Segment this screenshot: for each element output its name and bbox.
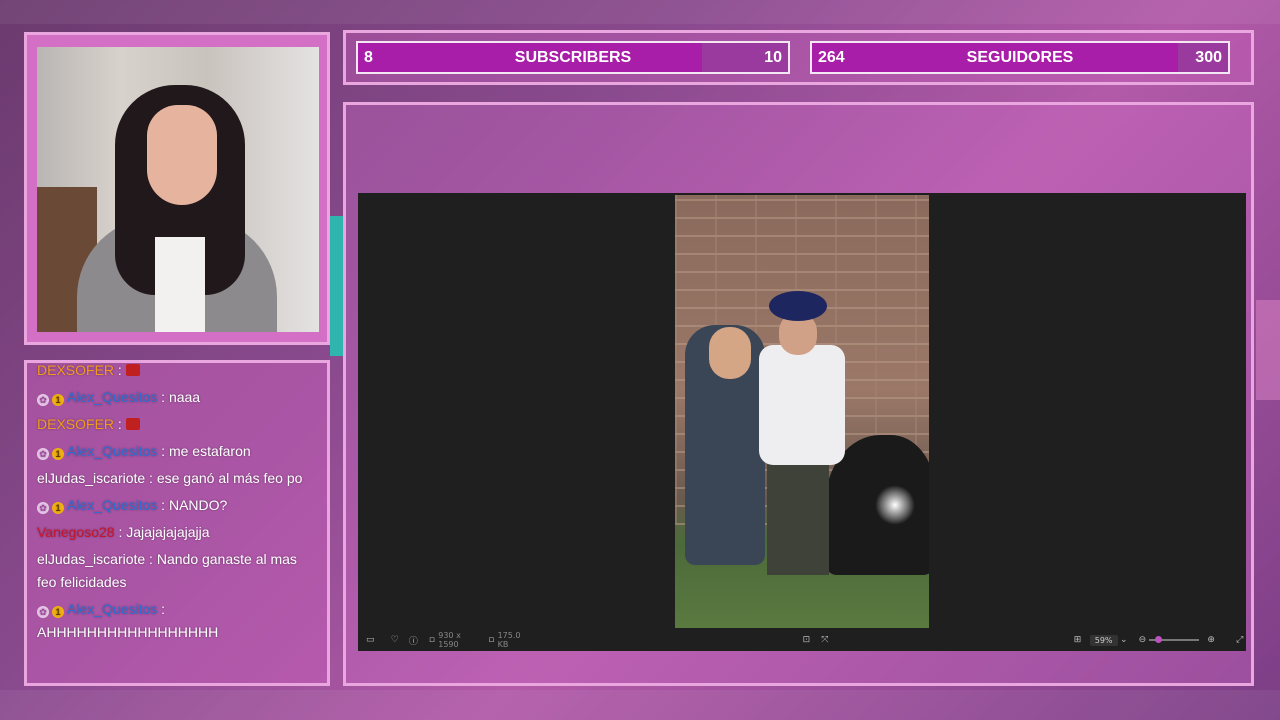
flower-badge-icon: ✿ (37, 606, 49, 618)
webcam-feed (37, 47, 319, 332)
flower-badge-icon: ✿ (37, 448, 49, 460)
chat-message: ✿ 1 Alex_Quesitos : NANDO? (37, 494, 319, 517)
chat-username[interactable]: DEXSOFER (37, 363, 114, 378)
chat-message: DEXSOFER : (37, 413, 319, 436)
chat-message: elJudas_iscariote : ese ganó al más feo … (37, 467, 319, 490)
image-size-icon: ▫ (428, 635, 436, 645)
zoom-out-icon[interactable]: ⊖ (1136, 633, 1149, 647)
followers-goal: 264 SEGUIDORES 300 (810, 41, 1230, 74)
file-size: 175.0 KB (497, 631, 521, 649)
sub-badge-icon: 1 (52, 606, 64, 618)
zoom-level[interactable]: 59% (1089, 634, 1118, 646)
viewer-toolbar: ▭ ♡ ⓘ ▫ 930 x 1590 ▫ 175.0 KB ⊡ ⤧ ⊞ 59% … (358, 629, 1246, 651)
sub-badge-icon: 1 (52, 448, 64, 460)
chat-username[interactable]: Alex_Quesitos (67, 443, 157, 459)
webcam-frame (24, 32, 330, 345)
file-size-icon: ▫ (488, 635, 495, 645)
subscribers-goal: 8 SUBSCRIBERS 10 (356, 41, 790, 74)
chat-message: Vanegoso28 : Jajajajajajajja (37, 521, 319, 544)
chat-separator: : (157, 601, 166, 617)
film-strip-icon[interactable]: ▭ (364, 633, 377, 647)
chat-username[interactable]: Vanegoso28 (37, 524, 115, 540)
chat-message: ✿ 1 Alex_Quesitos : naaa (37, 386, 319, 409)
photo (675, 195, 929, 628)
chat-separator: : (157, 389, 169, 405)
chat-text: AHHHHHHHHHHHHHHHHH (37, 624, 219, 640)
heart-icon[interactable]: ♡ (389, 633, 402, 647)
chat-message: DEXSOFER : (37, 362, 319, 382)
chevron-down-icon[interactable]: ⌄ (1118, 633, 1131, 647)
chat-message: ✿ 1 Alex_Quesitos : me estafaron (37, 440, 319, 463)
crop-icon[interactable]: ⊡ (800, 633, 813, 647)
fit-to-window-icon[interactable]: ⊞ (1071, 633, 1084, 647)
emote-icon (125, 364, 140, 376)
followers-target: 300 (1195, 48, 1222, 66)
zoom-in-icon[interactable]: ⊕ (1205, 633, 1218, 647)
zoom-slider-knob[interactable] (1154, 636, 1162, 643)
chat-username[interactable]: elJudas_iscariote (37, 551, 145, 567)
main-content-frame: ▭ ♡ ⓘ ▫ 930 x 1590 ▫ 175.0 KB ⊡ ⤧ ⊞ 59% … (343, 102, 1254, 686)
chat-username[interactable]: elJudas_iscariote (37, 470, 145, 486)
flower-badge-icon: ✿ (37, 394, 49, 406)
sub-badge-icon: 1 (52, 394, 64, 406)
flower-badge-icon: ✿ (37, 502, 49, 514)
chat-separator: : (145, 551, 157, 567)
chat-message: elJudas_iscariote : Nando ganaste al mas… (37, 548, 319, 594)
chat-separator: : (114, 362, 126, 378)
image-dimensions: 930 x 1590 (438, 631, 461, 649)
image-viewer: ▭ ♡ ⓘ ▫ 930 x 1590 ▫ 175.0 KB ⊡ ⤧ ⊞ 59% … (358, 193, 1246, 651)
chat-username[interactable]: Alex_Quesitos (67, 497, 157, 513)
chat-separator: : (157, 497, 169, 513)
chat-text: naaa (168, 389, 201, 405)
chat-separator: : (114, 524, 127, 540)
chat-text: ese ganó al más feo po (156, 470, 303, 486)
sub-badge-icon: 1 (52, 502, 64, 514)
info-icon[interactable]: ⓘ (407, 633, 420, 647)
chat-username[interactable]: DEXSOFER (37, 416, 114, 432)
chat-separator: : (114, 416, 126, 432)
chat-separator: : (157, 443, 169, 459)
zoom-slider[interactable] (1148, 636, 1199, 643)
goals-bar: 8 SUBSCRIBERS 10 264 SEGUIDORES 300 (343, 30, 1254, 85)
followers-goal-fill (812, 43, 1179, 72)
chat-username[interactable]: Alex_Quesitos (67, 601, 157, 617)
fullscreen-icon[interactable]: ⤢ (1233, 633, 1246, 647)
chat-message: ✿ 1 Alex_Quesitos : AHHHHHHHHHHHHHHHHH (37, 598, 319, 644)
expand-icon[interactable]: ⤧ (819, 633, 832, 647)
subscribers-target: 10 (764, 48, 782, 66)
chat-text: NANDO? (168, 497, 228, 513)
subscribers-current: 8 (364, 48, 373, 66)
chat-panel: DEXSOFER : ✿ 1 Alex_Quesitos : naaa DEXSOFE… (24, 360, 330, 686)
chat-username[interactable]: Alex_Quesitos (67, 389, 157, 405)
emote-icon (125, 418, 140, 430)
chat-separator: : (145, 470, 157, 486)
chat-text: Jajajajajajajja (126, 524, 210, 540)
chat-text: me estafaron (168, 443, 251, 459)
followers-current: 264 (818, 48, 845, 66)
chat-messages: DEXSOFER : ✿ 1 Alex_Quesitos : naaa DEXSOFE… (37, 362, 319, 648)
subscribers-goal-fill (358, 43, 702, 72)
